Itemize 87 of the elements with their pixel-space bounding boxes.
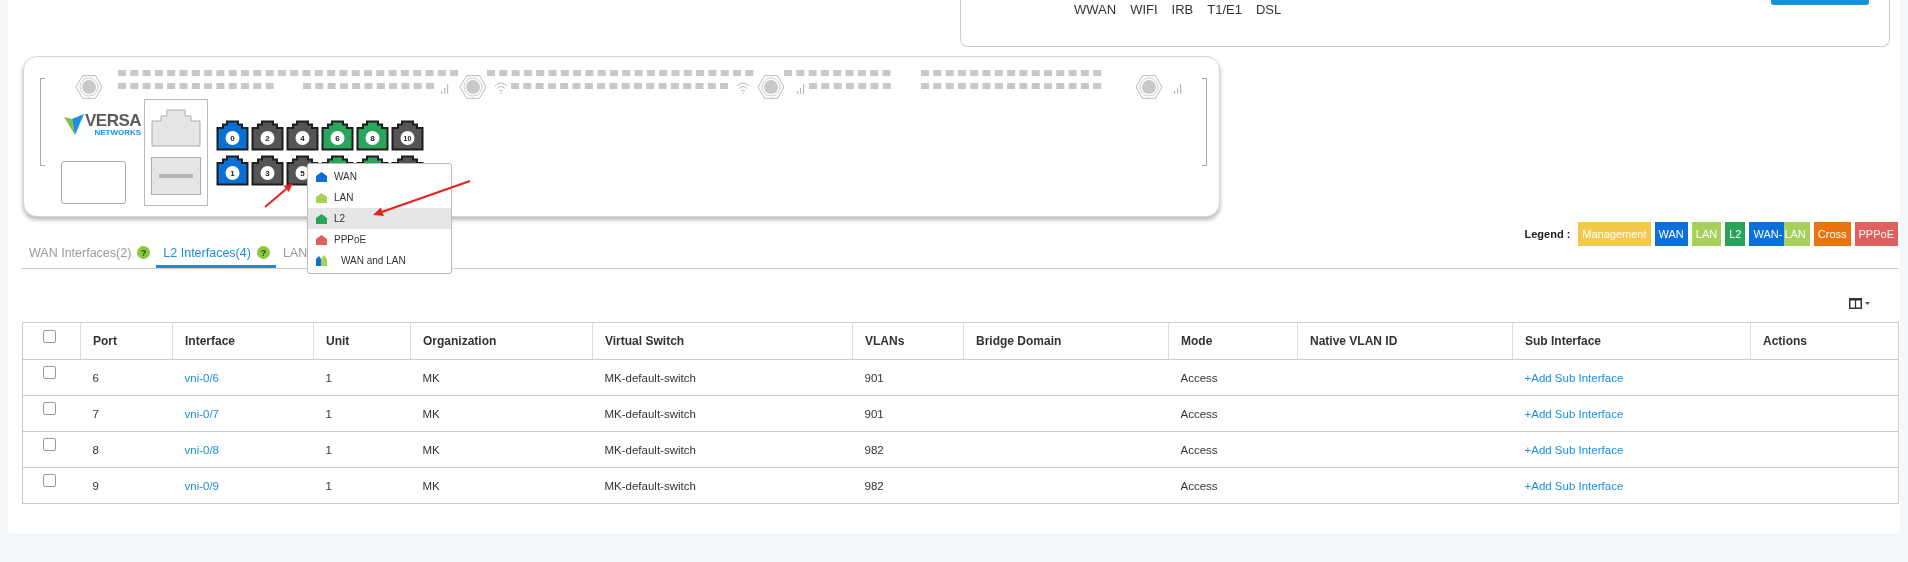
- row-checkbox[interactable]: [43, 438, 56, 451]
- table-cell: 901: [864, 371, 884, 384]
- table-cell: MK-default-switch: [604, 479, 696, 492]
- add-sub-interface-link[interactable]: +Add Sub Interface: [1524, 407, 1624, 420]
- interface-link[interactable]: vni-0/8: [184, 443, 220, 456]
- add-sub-interface-link[interactable]: +Add Sub Interface: [1524, 371, 1624, 384]
- usb-port-icon: [151, 157, 201, 195]
- interface-type-label: T1/E1: [1207, 2, 1242, 17]
- ethernet-port[interactable]: 4: [286, 120, 319, 151]
- column-header: Sub Interface: [1525, 334, 1602, 348]
- interface-link[interactable]: vni-0/9: [184, 479, 220, 492]
- table-cell: Access: [1180, 407, 1218, 420]
- help-icon[interactable]: ?: [137, 246, 151, 259]
- table-cell: 1: [325, 443, 332, 456]
- legend-title: Legend :: [1524, 228, 1571, 240]
- column-header: Organization: [423, 334, 497, 348]
- column-header: Port: [93, 334, 117, 348]
- row-checkbox[interactable]: [43, 474, 56, 487]
- tab[interactable]: L2 Interfaces(4) ?: [156, 240, 276, 268]
- column-header: Unit: [326, 334, 350, 348]
- table-cell: MK: [422, 443, 440, 456]
- column-header: Mode: [1181, 334, 1213, 348]
- table-cell: MK: [422, 479, 440, 492]
- table-cell: MK-default-switch: [604, 371, 696, 384]
- table-cell: Access: [1180, 479, 1218, 492]
- legend-tag: PPPoE: [1854, 222, 1898, 246]
- table-cell: MK: [422, 371, 440, 384]
- table-cell: 6: [92, 371, 99, 384]
- table-cell: Access: [1180, 371, 1218, 384]
- ethernet-port-icon: [151, 109, 201, 147]
- interface-type-label: DSL: [1255, 2, 1282, 17]
- add-sub-interface-link[interactable]: +Add Sub Interface: [1524, 443, 1624, 456]
- ethernet-port[interactable]: 2: [251, 120, 284, 151]
- logo-icon: [64, 113, 84, 136]
- ethernet-port[interactable]: 6: [321, 120, 354, 151]
- column-header: Interface: [185, 334, 236, 348]
- legend-tag-segment: LAN: [1784, 222, 1810, 246]
- table-cell: MK: [422, 407, 440, 420]
- interface-type-label: WWAN: [1074, 2, 1117, 17]
- help-icon[interactable]: ?: [256, 246, 270, 259]
- ethernet-port[interactable]: 8: [356, 120, 389, 151]
- row-checkbox[interactable]: [43, 366, 56, 379]
- legend-tag: WAN: [1654, 222, 1688, 246]
- table-cell: MK-default-switch: [604, 407, 696, 420]
- columns-icon: [1849, 298, 1862, 309]
- legend-tag: Management: [1578, 222, 1651, 246]
- menu-item[interactable]: WAN and LAN: [308, 250, 451, 271]
- sfp-slot: [61, 161, 126, 204]
- table-cell: 1: [325, 371, 332, 384]
- ethernet-port[interactable]: 0: [216, 120, 249, 151]
- column-header: Bridge Domain: [976, 334, 1062, 348]
- interface-type-label: IRB: [1171, 2, 1194, 17]
- column-header: Virtual Switch: [605, 334, 685, 348]
- menu-item[interactable]: PPPoE: [308, 229, 451, 250]
- table-cell: 901: [864, 407, 884, 420]
- logo-tagline: NETWORKS: [94, 129, 142, 137]
- column-chooser-button[interactable]: [1849, 297, 1870, 310]
- interface-link[interactable]: vni-0/7: [184, 407, 220, 420]
- table-cell: 982: [864, 479, 884, 492]
- interface-type-label: WIFI: [1130, 2, 1158, 17]
- logo-name: VERSA: [85, 112, 142, 129]
- legend-tag: Cross: [1813, 222, 1851, 246]
- column-header: Native VLAN ID: [1310, 334, 1398, 348]
- table-cell: Access: [1180, 443, 1218, 456]
- caret-icon: [1865, 302, 1870, 305]
- table-cell: 7: [92, 407, 99, 420]
- row-checkbox[interactable]: [43, 402, 56, 415]
- menu-item[interactable]: L2: [308, 208, 451, 229]
- table-cell: 9: [92, 479, 99, 492]
- menu-item[interactable]: LAN: [308, 187, 451, 208]
- ethernet-port[interactable]: 1: [216, 155, 249, 186]
- legend-tag-segment: WAN-: [1749, 222, 1785, 246]
- column-header: VLANs: [865, 334, 905, 348]
- annotation-arrow: [264, 183, 293, 208]
- column-header: Actions: [1763, 334, 1807, 348]
- add-sub-interface-link[interactable]: +Add Sub Interface: [1524, 479, 1624, 492]
- ethernet-port[interactable]: 3: [251, 155, 284, 186]
- tab[interactable]: WAN Interfaces(2) ?: [22, 240, 157, 268]
- legend-tag: L2: [1725, 222, 1746, 246]
- table-cell: 1: [325, 479, 332, 492]
- legend-tag: LAN: [1691, 222, 1722, 246]
- table-cell: MK-default-switch: [604, 443, 696, 456]
- table-cell: 1: [325, 407, 332, 420]
- table-cell: 8: [92, 443, 99, 456]
- select-all-checkbox[interactable]: [43, 329, 56, 343]
- table-cell: 982: [864, 443, 884, 456]
- interface-link[interactable]: vni-0/6: [184, 371, 220, 384]
